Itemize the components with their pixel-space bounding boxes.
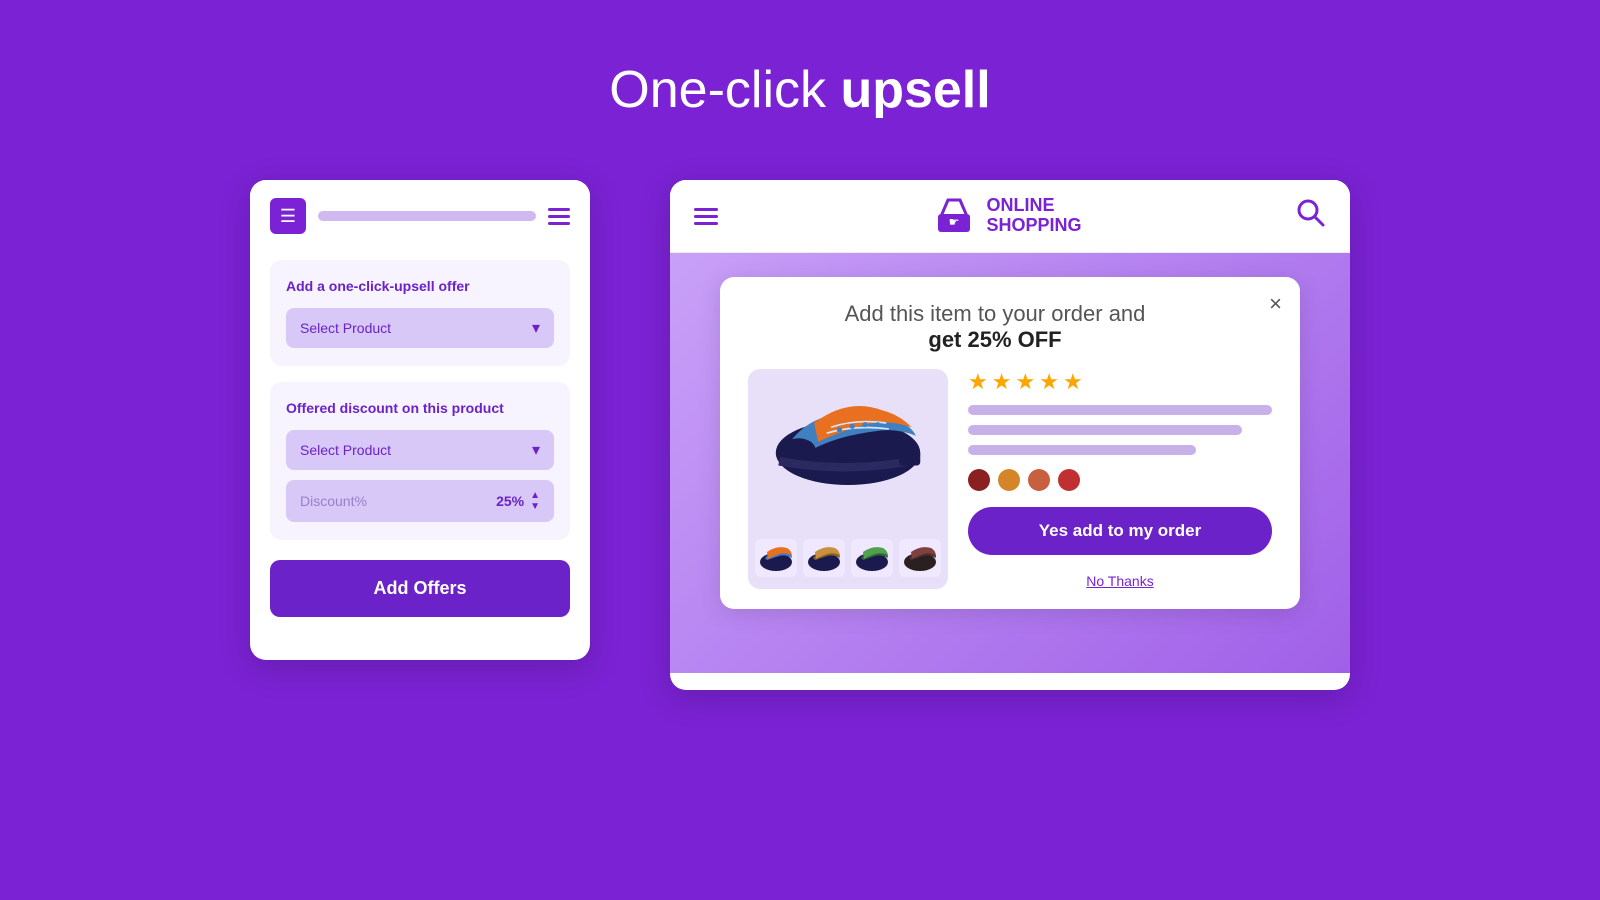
star-3: ★ (1015, 369, 1035, 395)
select-product-dropdown-2[interactable]: Select Product ▾ (286, 430, 554, 470)
thumbnail-1[interactable] (755, 539, 797, 577)
store-logo: ☛ ONLINE SHOPPING (932, 194, 1081, 238)
thumbnail-row (755, 539, 941, 577)
admin-panel: ☰ Add a one-click-upsell offer Select Pr… (250, 180, 590, 660)
modal-close-button[interactable]: × (1269, 293, 1282, 315)
star-4: ★ (1039, 369, 1059, 395)
star-5: ★ (1063, 369, 1083, 395)
dropdown-arrow-1: ▾ (532, 318, 540, 338)
admin-header-bar (318, 211, 536, 221)
star-1: ★ (968, 369, 988, 395)
detail-bar-2 (968, 425, 1242, 435)
add-to-order-button[interactable]: Yes add to my order (968, 507, 1272, 555)
detail-bar-1 (968, 405, 1272, 415)
product-details: ★ ★ ★ ★ ★ (968, 369, 1272, 589)
offer-section-title: Add a one-click-upsell offer (286, 278, 554, 294)
thumbnail-2[interactable] (803, 539, 845, 577)
discount-label: Discount% (300, 493, 367, 509)
color-swatch-2[interactable] (998, 469, 1020, 491)
store-logo-icon: ☛ (932, 194, 976, 238)
color-swatch-4[interactable] (1058, 469, 1080, 491)
admin-header: ☰ (250, 180, 590, 244)
page-title: One-click upsell (609, 60, 990, 120)
add-offers-button[interactable]: Add Offers (270, 560, 570, 617)
product-image-area (748, 369, 948, 589)
store-panel: ☛ ONLINE SHOPPING × (670, 180, 1350, 690)
store-search-icon[interactable] (1296, 198, 1326, 235)
admin-section-offer: Add a one-click-upsell offer Select Prod… (270, 260, 570, 366)
store-nav: ☛ ONLINE SHOPPING (670, 180, 1350, 253)
modal-headline: Add this item to your order and get 25% … (748, 301, 1272, 353)
discount-stepper[interactable]: ▲▼ (530, 490, 540, 512)
select-product-label-2: Select Product (300, 442, 391, 458)
admin-logo-icon: ☰ (270, 198, 306, 234)
star-2: ★ (992, 369, 1012, 395)
star-rating: ★ ★ ★ ★ ★ (968, 369, 1272, 395)
no-thanks-link[interactable]: No Thanks (968, 573, 1272, 589)
store-content-area: × Add this item to your order and get 25… (670, 253, 1350, 673)
select-product-dropdown-1[interactable]: Select Product ▾ (286, 308, 554, 348)
select-product-label-1: Select Product (300, 320, 391, 336)
thumbnail-3[interactable] (851, 539, 893, 577)
svg-text:☛: ☛ (949, 215, 960, 229)
discount-value: 25% ▲▼ (496, 490, 540, 512)
admin-hamburger-icon[interactable] (548, 208, 570, 225)
modal-body: ★ ★ ★ ★ ★ (748, 369, 1272, 589)
dropdown-arrow-2: ▾ (532, 440, 540, 460)
shoe-illustration (763, 385, 933, 495)
store-logo-text: ONLINE SHOPPING (986, 196, 1081, 236)
upsell-modal: × Add this item to your order and get 25… (720, 277, 1300, 609)
admin-section-discount: Offered discount on this product Select … (270, 382, 570, 540)
thumbnail-4[interactable] (899, 539, 941, 577)
detail-bar-3 (968, 445, 1196, 455)
discount-section-title: Offered discount on this product (286, 400, 554, 416)
color-swatches (968, 469, 1272, 491)
admin-body: Add a one-click-upsell offer Select Prod… (250, 244, 590, 637)
discount-field[interactable]: Discount% 25% ▲▼ (286, 480, 554, 522)
color-swatch-3[interactable] (1028, 469, 1050, 491)
store-nav-hamburger[interactable] (694, 208, 718, 225)
color-swatch-1[interactable] (968, 469, 990, 491)
